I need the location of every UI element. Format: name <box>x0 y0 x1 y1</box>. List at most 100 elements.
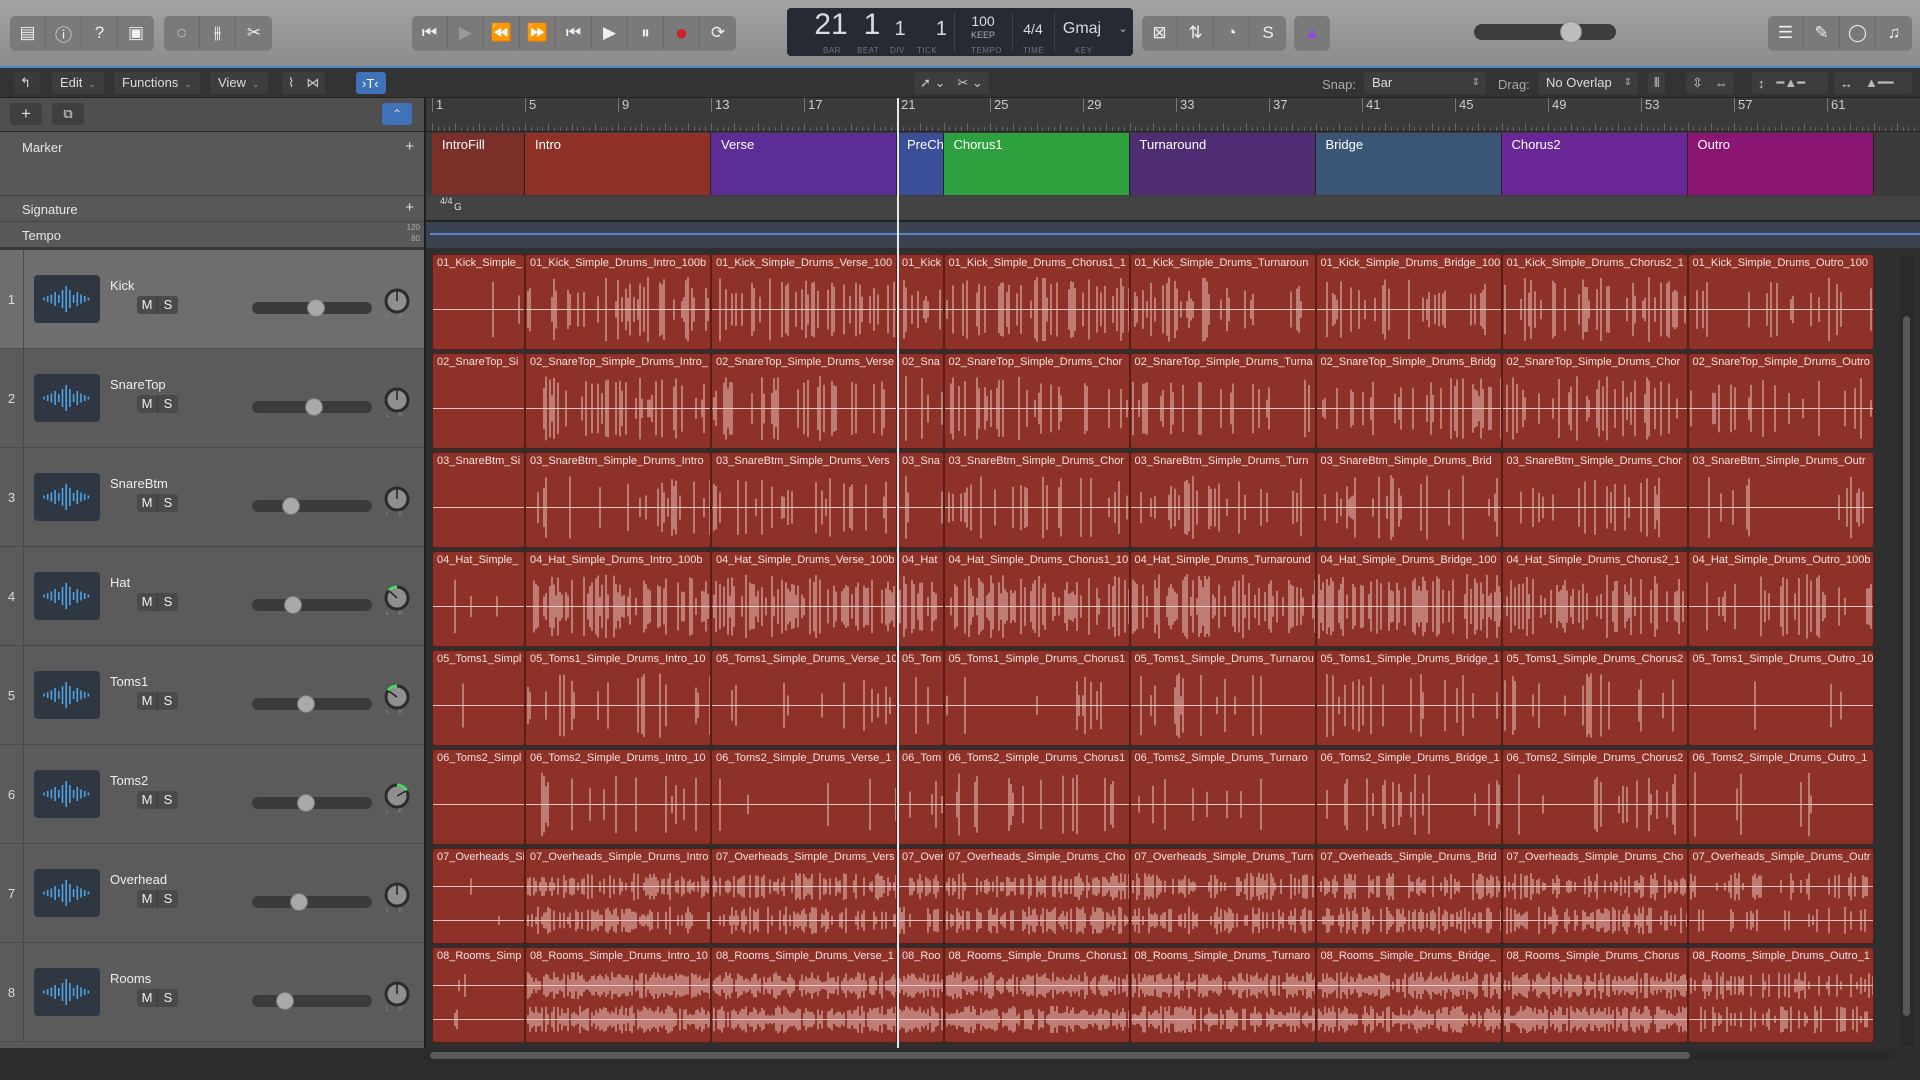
automation-icon[interactable]: ⌇ <box>282 75 300 91</box>
audio-region[interactable]: 02_Sna <box>897 353 944 449</box>
audio-region[interactable]: 04_Hat_Simple_Drums_Intro_100b <box>525 551 711 647</box>
track-name[interactable]: Toms1 <box>110 674 148 689</box>
scissors-tool-icon[interactable]: ✂ ⌄ <box>951 75 988 91</box>
volume-slider[interactable] <box>252 992 372 1010</box>
marker-bridge[interactable]: Bridge <box>1315 133 1502 195</box>
volume-slider[interactable] <box>252 794 372 812</box>
master-volume-slider[interactable] <box>1474 21 1616 43</box>
audio-region[interactable]: 02_SnareTop_Simple_Drums_Verse <box>711 353 897 449</box>
marker-introfill[interactable]: IntroFill <box>432 133 525 195</box>
audio-region[interactable]: 06_Toms2_Simpl <box>432 749 525 845</box>
mixer-icon[interactable]: ⫵ <box>200 16 236 50</box>
zoom-handle[interactable]: ━▲━ <box>1771 75 1812 91</box>
track-icon[interactable] <box>34 374 100 422</box>
audio-region[interactable]: 03_SnareBtm_Simple_Drums_Chor <box>943 452 1130 548</box>
audio-region[interactable]: 02_SnareTop_Simple_Drums_Intro_ <box>525 353 711 449</box>
volume-slider[interactable] <box>252 695 372 713</box>
lcd-display[interactable]: 21 BAR 1 BEAT 1 DIV 1 TICK 100 KEEP TEMP… <box>787 8 1133 56</box>
global-tracks-button[interactable]: ⌃ <box>382 103 412 125</box>
pause-icon[interactable]: ⏸ <box>628 16 664 50</box>
audio-region[interactable]: 04_Hat_Simple_ <box>432 551 525 647</box>
audio-region[interactable]: 07_Overheads_Simple_Drums_Cho <box>1501 848 1688 944</box>
audio-region[interactable]: 05_Toms1_Simple_Drums_Intro_10 <box>525 650 711 746</box>
mute-button[interactable]: M <box>137 989 158 1007</box>
bar-ruler[interactable]: 1 5 9 13 17 21 25 29 33 37 41 45 49 53 57 61 <box>426 98 1920 132</box>
fast-forward-icon[interactable]: ⏩ <box>520 16 556 50</box>
volume-slider-knob[interactable] <box>297 794 315 812</box>
track-icon[interactable] <box>34 869 100 917</box>
audio-region[interactable]: 07_Over <box>897 848 944 944</box>
volume-slider-knob[interactable] <box>305 398 323 416</box>
back-icon[interactable]: ↰ <box>14 72 40 94</box>
audio-region[interactable]: 06_Toms2_Simple_Drums_Bridge_1 <box>1315 749 1502 845</box>
volume-slider-knob[interactable] <box>284 596 302 614</box>
volume-slider[interactable] <box>252 893 372 911</box>
audio-region[interactable]: 03_SnareBtm_Simple_Drums_Chor <box>1501 452 1688 548</box>
mute-button[interactable]: M <box>137 395 158 413</box>
audio-region[interactable]: 07_Overheads_Simple_Drums_Vers <box>711 848 897 944</box>
vertical-scrollbar[interactable] <box>1900 256 1914 1046</box>
track-name[interactable]: SnareTop <box>110 377 166 392</box>
audio-region[interactable]: 05_Tom <box>897 650 944 746</box>
track-header[interactable]: 4 Hat M S LR <box>0 547 424 646</box>
marker-turnaround[interactable]: Turnaround <box>1129 133 1316 195</box>
pan-knob[interactable] <box>384 585 410 611</box>
edit-menu[interactable]: Edit ⌄ <box>52 72 104 94</box>
audio-region[interactable]: 03_SnareBtm_Simple_Drums_Brid <box>1315 452 1502 548</box>
volume-slider[interactable] <box>252 497 372 515</box>
master-volume-knob[interactable] <box>1560 21 1583 43</box>
audio-region[interactable]: 01_Kick_Simple_Drums_Bridge_100 <box>1315 254 1502 350</box>
audio-region[interactable]: 04_Hat_Simple_Drums_Turnaround <box>1129 551 1316 647</box>
solo-button[interactable]: S <box>158 692 178 710</box>
audio-region[interactable]: 02_SnareTop_Si <box>432 353 525 449</box>
track-header[interactable]: 8 Rooms M S LR <box>0 943 424 1042</box>
mute-button[interactable]: M <box>137 692 158 710</box>
lcd-dropdown-chevron-icon[interactable]: ⌄ <box>1115 22 1131 35</box>
catch-playhead-button[interactable]: ›T‹ <box>356 72 386 94</box>
audio-region[interactable]: 07_Overheads_Simple_Drums_Brid <box>1315 848 1502 944</box>
audio-region[interactable]: 02_SnareTop_Simple_Drums_Turna <box>1129 353 1316 449</box>
arrange-area[interactable]: 1 5 9 13 17 21 25 29 33 37 41 45 49 53 57 61 IntroFill I… <box>424 98 1920 1048</box>
pan-knob[interactable] <box>384 387 410 413</box>
audio-region[interactable]: 02_SnareTop_Simple_Drums_Bridg <box>1315 353 1502 449</box>
lcd-tick[interactable]: 1 <box>917 8 947 46</box>
audio-region[interactable]: 01_Kick_Simple_Drums_Chorus2_1 <box>1501 254 1688 350</box>
track-header[interactable]: 6 Toms2 M S LR <box>0 745 424 844</box>
audio-region[interactable]: 08_Rooms_Simple_Drums_Bridge_ <box>1315 947 1502 1043</box>
volume-slider[interactable] <box>252 299 372 317</box>
add-track-button[interactable]: + <box>10 103 42 125</box>
inspector-icon[interactable]: ⓘ <box>46 16 82 50</box>
scroll-thumb[interactable] <box>430 1052 1690 1059</box>
lcd-div[interactable]: 1 <box>890 8 910 46</box>
mute-button[interactable]: M <box>137 296 158 314</box>
vertical-fit-icon[interactable]: ⇳ <box>1686 75 1709 91</box>
audio-region[interactable]: 06_Toms2_Simple_Drums_Intro_10 <box>525 749 711 845</box>
audio-region[interactable]: 05_Toms1_Simple_Drums_Turnarou <box>1129 650 1316 746</box>
library-icon[interactable]: ▤ <box>10 16 46 50</box>
solo-button[interactable]: S <box>158 593 178 611</box>
audio-region[interactable]: 05_Toms1_Simple_Drums_Verse_10 <box>711 650 897 746</box>
solo-button[interactable]: S <box>158 296 178 314</box>
replace-icon[interactable]: ⊠ <box>1142 16 1178 50</box>
pointer-tool-icon[interactable]: ➚ ⌄ <box>914 75 951 91</box>
duplicate-track-button[interactable]: ⧉ <box>52 103 84 125</box>
audio-region[interactable]: 08_Rooms_Simple_Drums_Chorus <box>1501 947 1688 1043</box>
functions-menu[interactable]: Functions ⌄ <box>114 72 200 94</box>
metronome-icon[interactable]: ▲ <box>1294 16 1330 50</box>
audio-region[interactable]: 01_Kick_Simple_Drums_Chorus1_1 <box>943 254 1130 350</box>
lcd-bar[interactable]: 21 <box>809 8 853 42</box>
audio-region[interactable]: 07_Overheads_Si <box>432 848 525 944</box>
add-signature-button[interactable]: + <box>405 199 414 216</box>
flex-icon[interactable]: ⋈ <box>300 75 325 91</box>
key-signature-value[interactable]: G <box>454 202 462 213</box>
list-editors-icon[interactable]: ☰ <box>1768 16 1804 50</box>
track-header[interactable]: 3 SnareBtm M S LR <box>0 448 424 547</box>
volume-slider-knob[interactable] <box>276 992 294 1010</box>
track-name[interactable]: Toms2 <box>110 773 148 788</box>
audio-region[interactable]: 06_Tom <box>897 749 944 845</box>
smart-controls-icon[interactable]: ◌ <box>164 16 200 50</box>
audio-region[interactable]: 01_Kick <box>897 254 944 350</box>
audio-region[interactable]: 05_Toms1_Simple_Drums_Chorus1 <box>943 650 1130 746</box>
playhead[interactable] <box>897 98 899 1048</box>
track-icon[interactable] <box>34 671 100 719</box>
